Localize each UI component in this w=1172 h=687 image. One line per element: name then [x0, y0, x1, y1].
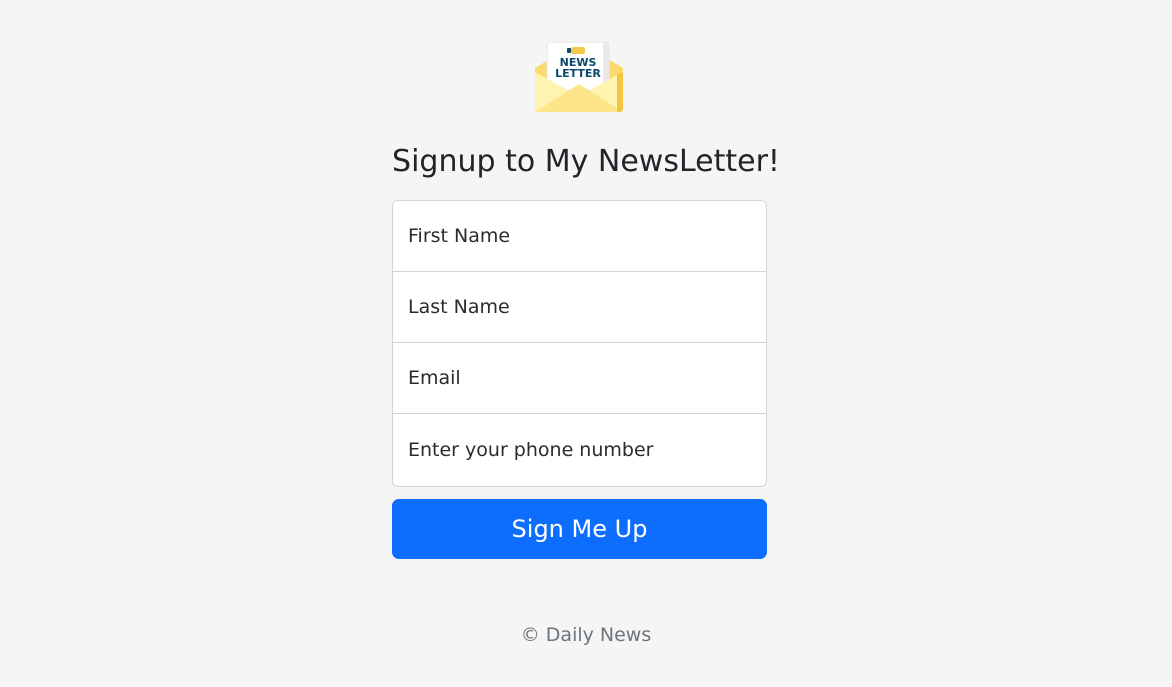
phone-input[interactable]	[393, 414, 766, 485]
last-name-input[interactable]	[393, 272, 766, 343]
input-group	[392, 200, 767, 487]
email-input[interactable]	[393, 343, 766, 414]
newsletter-envelope-icon: NEWS LETTER	[535, 41, 623, 112]
megaphone-handle	[567, 48, 571, 53]
sign-me-up-button[interactable]: Sign Me Up	[392, 499, 767, 559]
footer-copyright: © Daily News	[520, 624, 652, 646]
envelope-side-shade	[617, 72, 623, 112]
megaphone-mark	[571, 47, 585, 54]
signup-page: NEWS LETTER Signup to My NewsLetter! Sig…	[0, 0, 1172, 687]
logo-text-letter: LETTER	[555, 67, 601, 80]
page-title: Signup to My NewsLetter!	[392, 144, 780, 179]
first-name-input[interactable]	[393, 201, 766, 272]
